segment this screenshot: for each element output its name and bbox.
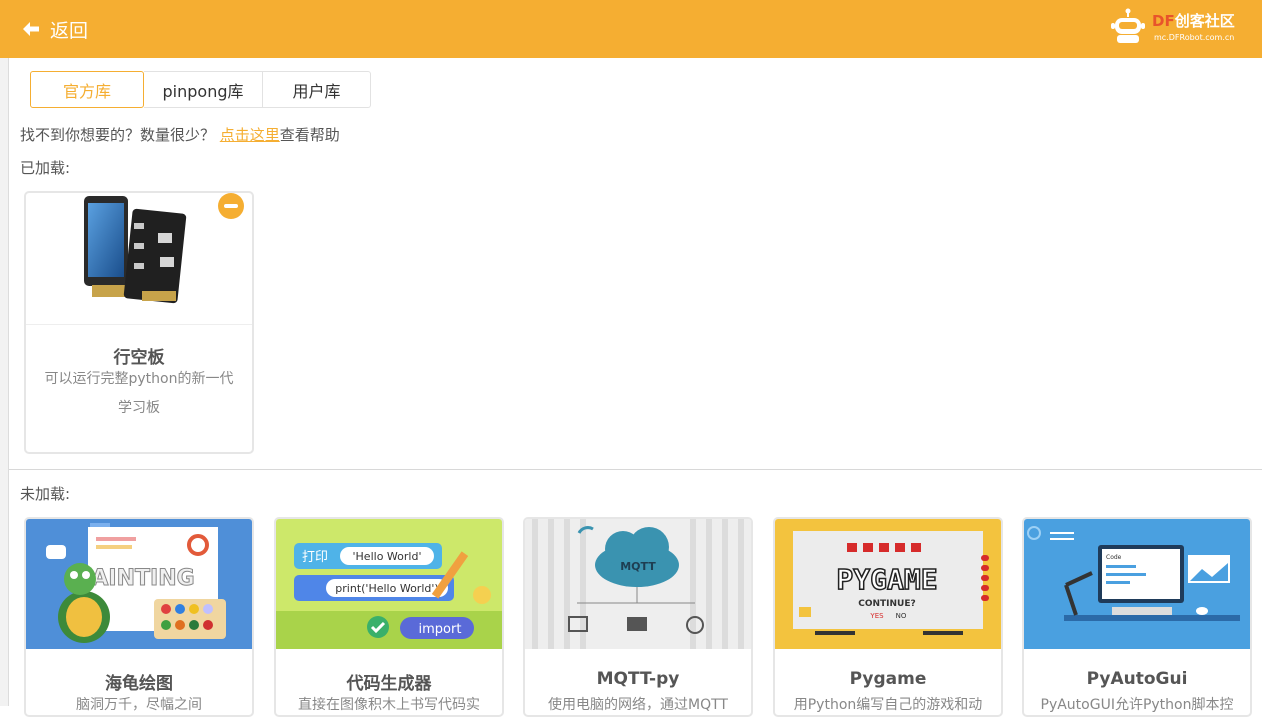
hello-world-text: 'Hello World' — [353, 550, 422, 563]
help-prefix: 找不到你想要的？数量很少？ — [20, 126, 220, 144]
help-link[interactable]: 点击这里 — [220, 126, 280, 144]
import-text: import — [419, 622, 462, 637]
print-cn-text: 打印 — [302, 550, 328, 565]
print-hello-text: print('Hello World') — [335, 582, 438, 595]
pygame-thumbnail: PYGAME CONTINUE? YES NO — [775, 519, 1001, 649]
turtle-painting-image: PAINTING — [26, 519, 252, 649]
card-title: MQTT-py — [596, 669, 680, 689]
code-generator-thumbnail: 打印 'Hello World' print('Hello World') im… — [276, 519, 502, 649]
pygame-screen-image: PYGAME CONTINUE? YES NO — [775, 519, 1001, 649]
library-card-code-generator[interactable]: 打印 'Hello World' print('Hello World') im… — [274, 517, 504, 717]
library-card-pygame[interactable]: PYGAME CONTINUE? YES NO Pygame 用Python编写… — [773, 517, 1003, 717]
card-title: Pygame — [849, 669, 927, 689]
help-text: 找不到你想要的？数量很少？ 点击这里查看帮助 — [20, 124, 340, 145]
mqtt-thumbnail: MQTT — [525, 519, 751, 649]
section-divider — [9, 469, 1262, 470]
library-tabs: 官方库 pinpong库 用户库 — [30, 71, 371, 108]
unihiker-board-image — [84, 196, 187, 304]
card-description: 用Python编写自己的游戏和动 — [793, 697, 983, 713]
arrow-left-icon — [23, 22, 39, 36]
card-description: 使用电脑的网络，通过MQTT — [548, 697, 728, 713]
unloaded-section-label: 未加载: — [20, 485, 71, 503]
unload-button[interactable] — [218, 193, 244, 219]
no-text: NO — [896, 612, 907, 620]
code-blocks-image: 打印 'Hello World' print('Hello World') im… — [276, 519, 502, 649]
unihiker-thumbnail — [26, 193, 252, 325]
back-button[interactable]: 返回 — [22, 15, 88, 43]
library-card-unihiker[interactable]: 行空板 可以运行完整python的新一代学习板 — [24, 191, 254, 454]
library-card-mqtt[interactable]: MQTT MQTT-py 使用电脑的网络，通过MQTT — [523, 517, 753, 717]
top-bar: 返回 DF创客社区 mc.DFRobot.com.cn — [0, 0, 1262, 58]
robot-logo-icon — [1111, 8, 1145, 43]
library-card-turtle[interactable]: PAINTING 海龟绘图 脑洞万千，尽幅之间 — [24, 517, 254, 717]
mqtt-text: MQTT — [620, 560, 656, 573]
help-suffix: 查看帮助 — [279, 126, 340, 144]
yes-text: YES — [869, 612, 884, 620]
card-description: 可以运行完整python的新一代学习板 — [44, 371, 234, 416]
logo-brand: DF创客社区 — [1152, 12, 1235, 30]
back-label: 返回 — [50, 19, 89, 42]
code-window-text: Code — [1106, 554, 1122, 561]
pyautogui-thumbnail: Code — [1024, 519, 1250, 649]
tab-user-library[interactable]: 用户库 — [263, 71, 371, 108]
left-rail — [0, 58, 9, 706]
pyautogui-desk-image: Code — [1024, 519, 1250, 649]
card-description: PyAutoGUI允许Python脚本控 — [1040, 697, 1234, 713]
card-description: 脑洞万千，尽幅之间 — [76, 697, 202, 713]
tab-pinpong-library[interactable]: pinpong库 — [144, 71, 263, 108]
turtle-thumbnail: PAINTING — [26, 519, 252, 649]
library-card-pyautogui[interactable]: Code PyAutoGui PyAutoGUI允许Python脚本控 — [1022, 517, 1252, 717]
pygame-logo-text: PYGAME — [836, 563, 937, 596]
card-description: 直接在图像积木上书写代码实 — [298, 697, 480, 713]
mqtt-cloud-image: MQTT — [525, 519, 751, 649]
tab-official-library[interactable]: 官方库 — [30, 71, 144, 108]
logo-url: mc.DFRobot.com.cn — [1154, 33, 1235, 42]
dfrobot-logo: DF创客社区 mc.DFRobot.com.cn — [1106, 6, 1246, 52]
card-title: PyAutoGui — [1086, 669, 1188, 689]
loaded-section-label: 已加载: — [20, 159, 71, 177]
continue-text: CONTINUE? — [858, 599, 916, 609]
